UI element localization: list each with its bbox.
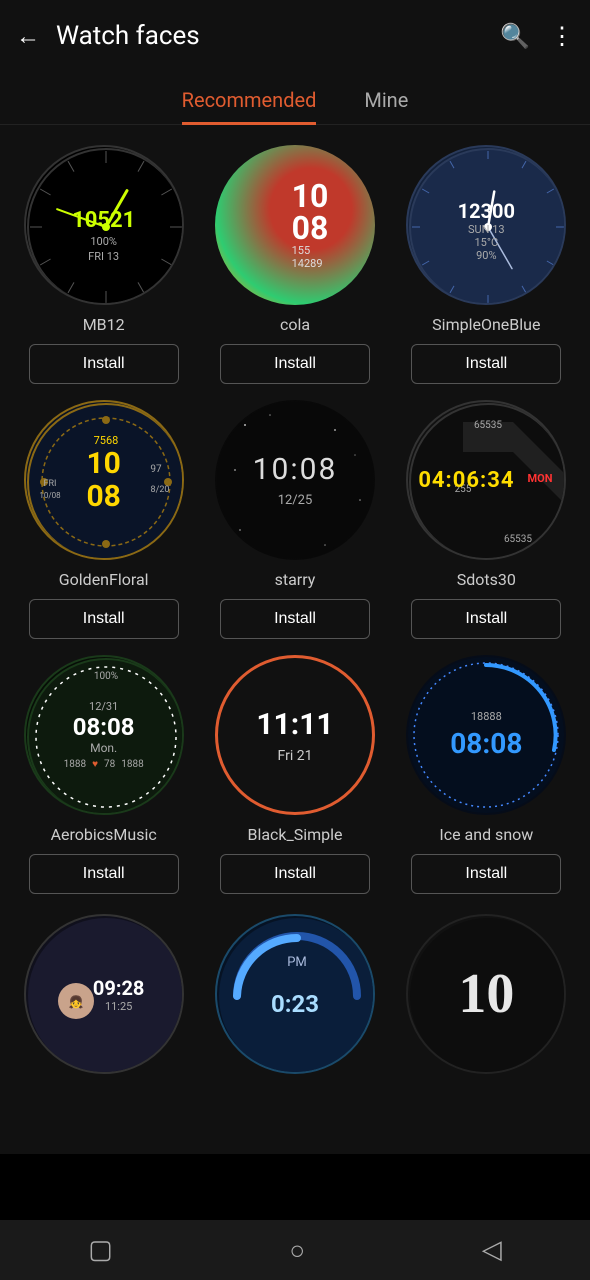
goldenfloral-install-button[interactable]: Install	[29, 599, 179, 639]
watch-item-goldenfloral: 7568 97 FRI 10/08 8/20 10 08 GoldenFlora…	[16, 400, 191, 639]
watch-face-partial1[interactable]: 👧 09:28 11:25	[24, 914, 184, 1074]
nav-back-button[interactable]: ◁	[482, 1235, 502, 1265]
watch-item-simpleoneblue: 12300 SUN 13 15°C 90% SimpleOneBlue Inst…	[399, 145, 574, 384]
watch-item-partial2: PM 0:23	[207, 914, 382, 1074]
watch-face-goldenfloral[interactable]: 7568 97 FRI 10/08 8/20 10 08	[24, 400, 184, 560]
watch-item-cola: 10 08 155 14289 cola Install	[207, 145, 382, 384]
watch-face-simpleoneblue[interactable]: 12300 SUN 13 15°C 90%	[406, 145, 566, 305]
blacksimple-label: Black_Simple	[247, 825, 342, 844]
svg-text:PM: PM	[287, 955, 307, 970]
page-title: Watch faces	[56, 21, 500, 51]
svg-text:65535: 65535	[504, 534, 532, 545]
is-time: 08:08	[450, 727, 522, 760]
mb12-battery: 100%	[90, 235, 117, 248]
simpleoneblue-install-button[interactable]: Install	[411, 344, 561, 384]
bottom-navigation: ▢ ○ ◁	[0, 1220, 590, 1280]
header: ← Watch faces 🔍 ⋮	[0, 0, 590, 72]
starry-time: 10:08	[253, 452, 338, 487]
aerobicsmusic-label: AerobicsMusic	[51, 825, 157, 844]
header-actions: 🔍 ⋮	[500, 22, 574, 50]
cola-sub2: 14289	[292, 257, 323, 270]
watch-face-aerobicsmusic[interactable]: 100% 12/31 08:08 Mon. 1888 ♥ 78 1888	[24, 655, 184, 815]
cola-label: cola	[280, 315, 310, 334]
cola-time-h: 10	[292, 180, 329, 212]
watch-face-icesnow[interactable]: 18888 08:08	[406, 655, 566, 815]
mb12-step: 10521	[72, 208, 135, 233]
more-icon[interactable]: ⋮	[550, 22, 574, 50]
tab-bar: Recommended Mine	[0, 72, 590, 125]
watch-item-mb12: 10521 100% FRI 13 MB12 Install	[16, 145, 191, 384]
aero-date: 12/31	[89, 700, 118, 713]
starry-install-button[interactable]: Install	[220, 599, 370, 639]
watch-faces-grid-container: 10521 100% FRI 13 MB12 Install 10 08 155…	[0, 125, 590, 1154]
aerobicsmusic-install-button[interactable]: Install	[29, 854, 179, 894]
aero-sub2: 78	[104, 759, 115, 770]
watch-item-icesnow: 18888 08:08 Ice and snow Install	[399, 655, 574, 894]
svg-text:8/20: 8/20	[150, 485, 169, 495]
tab-mine[interactable]: Mine	[364, 88, 408, 124]
sob-day: SUN 13	[468, 223, 505, 236]
watch-item-partial1: 👧 09:28 11:25	[16, 914, 191, 1074]
watch-faces-grid: 10521 100% FRI 13 MB12 Install 10 08 155…	[0, 125, 590, 914]
search-icon[interactable]: 🔍	[500, 22, 530, 50]
aero-sub1: 1888	[64, 759, 86, 770]
bs-date: Fri 21	[278, 748, 313, 764]
icesnow-install-button[interactable]: Install	[411, 854, 561, 894]
watch-face-cola[interactable]: 10 08 155 14289	[215, 145, 375, 305]
gf-time-m: 08	[86, 480, 120, 513]
mb12-install-button[interactable]: Install	[29, 344, 179, 384]
sob-temp: 15°C	[474, 236, 498, 249]
gf-time-h: 10	[86, 447, 120, 480]
watch-item-starry: 10:08 12/25 starry Install	[207, 400, 382, 639]
watch-item-sdots30: 65535 255 65535 MON 04:06:34 Sdots30 Ins…	[399, 400, 574, 639]
watch-face-partial2[interactable]: PM 0:23	[215, 914, 375, 1074]
starry-date: 12/25	[278, 493, 313, 508]
simpleoneblue-label: SimpleOneBlue	[432, 315, 540, 334]
watch-face-sdots30[interactable]: 65535 255 65535 MON 04:06:34	[406, 400, 566, 560]
cola-sub1: 155	[292, 244, 311, 257]
aero-day: Mon.	[90, 741, 117, 755]
partial2-time: 0:23	[271, 990, 319, 1018]
tab-recommended[interactable]: Recommended	[182, 88, 317, 124]
aero-sub3: 1888	[121, 759, 143, 770]
watch-face-starry[interactable]: 10:08 12/25	[215, 400, 375, 560]
mb12-label: MB12	[83, 315, 125, 334]
sob-pct: 90%	[476, 249, 496, 262]
watch-item-blacksimple: 11:11 Fri 21 Black_Simple Install	[207, 655, 382, 894]
svg-text:100%: 100%	[94, 671, 118, 682]
nav-home-button[interactable]: ○	[289, 1235, 305, 1266]
aero-time: 08:08	[73, 713, 135, 741]
sob-time: 12300	[458, 199, 515, 223]
bs-time: 11:11	[256, 707, 333, 742]
svg-text:FRI: FRI	[43, 479, 56, 489]
watch-face-mb12[interactable]: 10521 100% FRI 13	[24, 145, 184, 305]
sdots30-label: Sdots30	[457, 570, 516, 589]
watch-item-aerobicsmusic: 100% 12/31 08:08 Mon. 1888 ♥ 78 1888 Aer…	[16, 655, 191, 894]
cola-time-m: 08	[292, 212, 329, 244]
svg-text:10/08: 10/08	[39, 491, 61, 500]
partial1-time: 09:28	[93, 976, 145, 1000]
nav-square-button[interactable]: ▢	[88, 1235, 113, 1265]
aero-heart: ♥	[92, 759, 98, 770]
svg-text:👧: 👧	[68, 995, 83, 1009]
watch-face-blacksimple[interactable]: 11:11 Fri 21	[215, 655, 375, 815]
partial-watches-row: 👧 09:28 11:25 PM 0:23	[0, 914, 590, 1154]
partial1-sub: 11:25	[105, 1000, 132, 1013]
goldenfloral-label: GoldenFloral	[59, 570, 149, 589]
svg-text:65535: 65535	[474, 420, 502, 431]
starry-label: starry	[275, 570, 316, 589]
sdots-time: 04:06:34	[418, 468, 514, 493]
blacksimple-install-button[interactable]: Install	[220, 854, 370, 894]
watch-face-partial3[interactable]: 10	[406, 914, 566, 1074]
back-button[interactable]: ←	[16, 22, 40, 51]
is-num: 18888	[471, 710, 502, 723]
partial3-time: 10	[458, 962, 514, 1026]
svg-text:97: 97	[150, 464, 162, 475]
watch-item-partial3: 10	[399, 914, 574, 1074]
mb12-date: FRI 13	[88, 250, 119, 263]
sdots30-install-button[interactable]: Install	[411, 599, 561, 639]
icesnow-label: Ice and snow	[439, 825, 533, 844]
cola-install-button[interactable]: Install	[220, 344, 370, 384]
